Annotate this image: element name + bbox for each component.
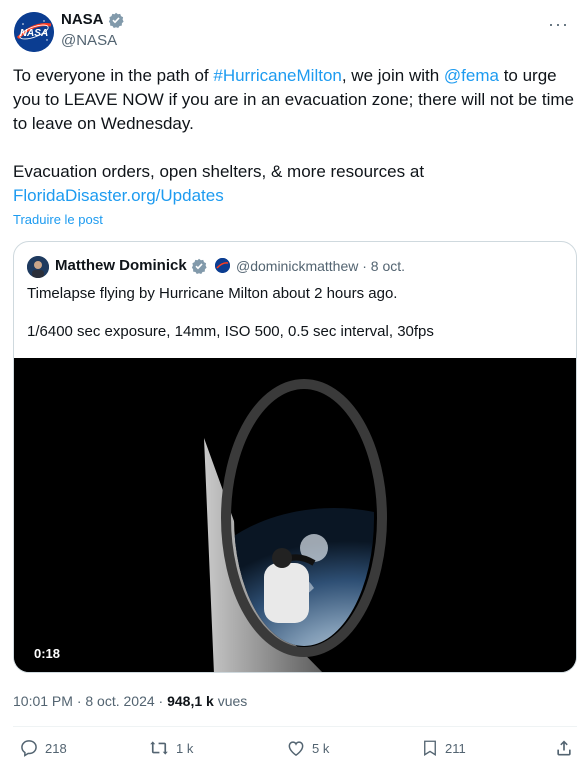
- verified-badge-icon: [108, 12, 124, 28]
- video-duration: 0:18: [34, 646, 61, 661]
- quote-line-1: Timelapse flying by Hurricane Milton abo…: [27, 285, 398, 302]
- tweet-paragraph-1: To everyone in the path of #HurricaneMil…: [13, 64, 578, 136]
- tweet-text-segment: , we join with: [341, 66, 444, 85]
- affiliation-badge-icon: [215, 258, 230, 273]
- views-count: 948,1 k: [167, 693, 214, 709]
- reply-button[interactable]: 218: [19, 738, 67, 758]
- reply-count: 218: [45, 740, 67, 756]
- like-button[interactable]: 5 k: [286, 738, 329, 758]
- views-label: vues: [213, 693, 248, 709]
- bookmark-count: 211: [445, 740, 466, 756]
- astronaut-avatar-icon: [27, 256, 49, 278]
- quote-author-name-row[interactable]: Matthew Dominick: [55, 257, 207, 274]
- author-avatar[interactable]: NASA: [14, 12, 54, 52]
- author-name-row[interactable]: NASA: [61, 11, 124, 28]
- bookmark-button[interactable]: 211: [421, 738, 466, 758]
- video-player[interactable]: 0:18: [14, 358, 576, 672]
- tweet-text-segment: To everyone in the path of: [13, 66, 214, 85]
- share-button[interactable]: [554, 738, 574, 758]
- heart-icon: [288, 741, 304, 756]
- repost-icon: [150, 741, 168, 755]
- action-bar: 218 1 k 5 k 211: [0, 738, 587, 764]
- quote-line-2: 1/6400 sec exposure, 14mm, ISO 500, 0.5 …: [27, 323, 434, 340]
- author-name[interactable]: NASA: [61, 11, 104, 28]
- hurricane-window-video-frame: [14, 358, 576, 672]
- nasa-logo-icon: NASA: [14, 12, 54, 52]
- author-handle[interactable]: @NASA: [61, 32, 117, 49]
- reply-icon: [21, 740, 37, 757]
- quote-body: Timelapse flying by Hurricane Milton abo…: [27, 284, 567, 342]
- hashtag-link[interactable]: #HurricaneMilton: [213, 66, 342, 85]
- tweet-body: To everyone in the path of #HurricaneMil…: [13, 64, 578, 208]
- resource-link[interactable]: FloridaDisaster.org/Updates: [13, 186, 224, 205]
- mention-link[interactable]: @fema: [444, 66, 499, 85]
- verified-badge-icon: [191, 258, 207, 274]
- more-options-icon[interactable]: ···: [548, 14, 569, 35]
- tweet-paragraph-2: Evacuation orders, open shelters, & more…: [13, 160, 578, 208]
- quote-author-name[interactable]: Matthew Dominick: [55, 257, 187, 274]
- repost-button[interactable]: 1 k: [148, 738, 193, 758]
- tweet-text-segment: Evacuation orders, open shelters, & more…: [13, 162, 425, 181]
- bookmark-icon: [424, 740, 436, 756]
- translate-post-link[interactable]: Traduire le post: [13, 212, 103, 227]
- quoted-tweet-card[interactable]: Matthew Dominick @dominickmatthew · 8 oc…: [13, 241, 577, 673]
- quote-author-avatar[interactable]: [27, 256, 49, 278]
- divider: [13, 726, 577, 727]
- share-icon: [557, 740, 571, 756]
- timestamp[interactable]: 10:01 PM · 8 oct. 2024 ·: [13, 693, 167, 709]
- like-count: 5 k: [312, 740, 330, 756]
- tweet-meta: 10:01 PM · 8 oct. 2024 · 948,1 k vues: [13, 693, 247, 709]
- repost-count: 1 k: [176, 740, 194, 756]
- quote-handle-date[interactable]: @dominickmatthew · 8 oct.: [236, 258, 405, 274]
